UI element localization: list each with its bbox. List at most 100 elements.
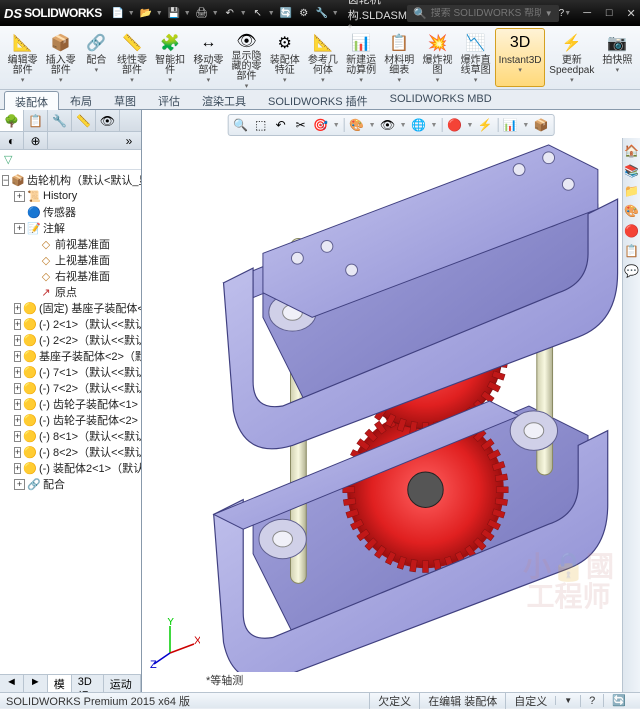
btab-运动算例1[interactable]: 运动算例1 xyxy=(104,675,141,692)
config-tab[interactable]: 🔧 xyxy=(48,110,72,131)
options-icon[interactable]: ⚙ xyxy=(296,5,312,21)
minimize-button[interactable]: ─ xyxy=(577,5,597,21)
scroll-right[interactable]: ► xyxy=(24,675,48,692)
view-triad[interactable]: Y X Z xyxy=(150,618,200,668)
tree-item[interactable]: +🟡(-) 2<1>（默认<<默认>_显 xyxy=(0,316,141,332)
expand-icon[interactable]: + xyxy=(14,447,21,458)
hide-show-icon[interactable]: 👁 xyxy=(380,117,396,133)
ribbon-Instant3D[interactable]: 3DInstant3D▾ xyxy=(495,28,545,87)
expand-icon[interactable]: + xyxy=(14,399,21,410)
appearance-icon[interactable]: 🔴 xyxy=(446,117,462,133)
tree-item[interactable]: +🟡(-) 装配体2<1>（默认<显 xyxy=(0,460,141,476)
tab-布局[interactable]: 布局 xyxy=(59,90,103,109)
expand-icon[interactable]: + xyxy=(14,383,21,394)
3d-viewport[interactable]: 🔍 ⬚ ↶ ✂ 🎯▼ 🎨▼ 👁▼ 🌐▼ 🔴▼ ⚡ 📊▼ 📦 xyxy=(142,110,640,692)
search-input[interactable] xyxy=(431,8,541,19)
expand-icon[interactable]: + xyxy=(14,463,21,474)
expand-icon[interactable]: + xyxy=(14,335,21,346)
feature-tree-tab[interactable]: 🌳 xyxy=(0,110,24,131)
expand-icon[interactable]: − xyxy=(2,175,9,186)
tab-SOLIDWORKS MBD[interactable]: SOLIDWORKS MBD xyxy=(379,90,503,109)
expand-icon[interactable]: + xyxy=(14,303,21,314)
tree-item[interactable]: +🟡(-) 齿轮子装配体<1>（默认 xyxy=(0,396,141,412)
open-icon[interactable]: 📂 xyxy=(138,5,154,21)
expand-icon[interactable]: + xyxy=(14,223,25,234)
tab-评估[interactable]: 评估 xyxy=(147,90,191,109)
expand-icon[interactable]: + xyxy=(14,431,21,442)
tab-b[interactable]: ⊕ xyxy=(24,132,48,149)
settings-icon[interactable]: 🔧 xyxy=(314,5,330,21)
prev-view-icon[interactable]: ↶ xyxy=(273,117,289,133)
tree-item[interactable]: +🟡基座子装配体<2>（默认< xyxy=(0,348,141,364)
expand-icon[interactable]: + xyxy=(14,191,25,202)
section-icon[interactable]: ✂ xyxy=(293,117,309,133)
orient-icon[interactable]: 🎯 xyxy=(313,117,329,133)
maximize-button[interactable]: □ xyxy=(599,5,619,21)
close-button[interactable]: ✕ xyxy=(621,5,640,21)
tree-item[interactable]: +🔗配合 xyxy=(0,476,141,492)
ribbon-材料明细表[interactable]: 📋材料明细表▾ xyxy=(381,28,418,87)
sw-resources-icon[interactable]: 🏠 xyxy=(624,144,639,158)
ribbon-插入零部件[interactable]: 📦插入零部件▾ xyxy=(42,28,79,87)
expand-icon[interactable]: + xyxy=(14,415,21,426)
tree-item[interactable]: +🟡(-) 8<1>（默认<<默认>_显 xyxy=(0,428,141,444)
btab-模型[interactable]: 模型 xyxy=(48,675,72,692)
filter-icon[interactable]: ▽ xyxy=(4,153,18,167)
design-library-icon[interactable]: 📚 xyxy=(624,164,639,178)
tab-草图[interactable]: 草图 xyxy=(103,90,147,109)
ribbon-装配体特征[interactable]: ⚙装配体特征▾ xyxy=(266,28,303,87)
tree-item[interactable]: 🔵传感器 xyxy=(0,204,141,220)
expand-icon[interactable]: » xyxy=(117,132,141,149)
tree-item[interactable]: +🟡(-) 8<2>（默认<<默认>_显 xyxy=(0,444,141,460)
ribbon-更新Speedpak[interactable]: ⚡更新Speedpak▾ xyxy=(546,28,598,87)
zoom-fit-icon[interactable]: 🔍 xyxy=(233,117,249,133)
appearances-icon[interactable]: 🔴 xyxy=(624,224,639,238)
tree-item[interactable]: ↗原点 xyxy=(0,284,141,300)
forum-icon[interactable]: 💬 xyxy=(624,264,639,278)
large-assembly-icon[interactable]: 📦 xyxy=(533,117,549,133)
file-explorer-icon[interactable]: 📁 xyxy=(624,184,639,198)
custom-props-icon[interactable]: 📋 xyxy=(624,244,639,258)
status-help-icon[interactable]: ? xyxy=(580,695,603,707)
tree-item[interactable]: ◇前视基准面 xyxy=(0,236,141,252)
render-icon[interactable]: ⚡ xyxy=(477,117,493,133)
status-reload-icon[interactable]: 🔄 xyxy=(603,694,634,707)
display-tab[interactable]: 👁 xyxy=(96,110,120,131)
scene-icon[interactable]: 🌐 xyxy=(411,117,427,133)
expand-icon[interactable]: + xyxy=(14,479,25,490)
tree-item[interactable]: ◇右视基准面 xyxy=(0,268,141,284)
assembly-vis-icon[interactable]: 📊 xyxy=(502,117,518,133)
tab-渲染工具[interactable]: 渲染工具 xyxy=(191,90,257,109)
zoom-area-icon[interactable]: ⬚ xyxy=(253,117,269,133)
tree-item[interactable]: +📜History xyxy=(0,188,141,204)
btab-3D 视图[interactable]: 3D 视图 xyxy=(72,675,104,692)
ribbon-参考几何体[interactable]: 📐参考几何体▾ xyxy=(304,28,341,87)
tree-item[interactable]: +🟡(-) 7<1>（默认<<默认>_显 xyxy=(0,364,141,380)
ribbon-新建运动算例[interactable]: 📊新建运动算例▾ xyxy=(343,28,380,87)
ribbon-配合[interactable]: 🔗配合▾ xyxy=(80,28,112,87)
tree-item[interactable]: +📝注解 xyxy=(0,220,141,236)
ribbon-显示隐藏的零部件[interactable]: 👁显示隐藏的零部件▾ xyxy=(228,28,265,87)
expand-icon[interactable]: + xyxy=(14,367,21,378)
ribbon-智能扣件[interactable]: 🧩智能扣件▾ xyxy=(152,28,189,87)
tree-item[interactable]: ◇上视基准面 xyxy=(0,252,141,268)
tab-SOLIDWORKS 插件[interactable]: SOLIDWORKS 插件 xyxy=(257,90,379,109)
rebuild-icon[interactable]: 🔄 xyxy=(278,5,294,21)
view-palette-icon[interactable]: 🎨 xyxy=(624,204,639,218)
save-icon[interactable]: 💾 xyxy=(166,5,182,21)
dim-tab[interactable]: 📏 xyxy=(72,110,96,131)
ribbon-编辑零部件[interactable]: 📐编辑零部件▾ xyxy=(4,28,41,87)
tab-装配体[interactable]: 装配体 xyxy=(4,91,59,110)
tree-item[interactable]: +🟡(固定) 基座子装配体<1>（ xyxy=(0,300,141,316)
tree-root[interactable]: − 📦 齿轮机构（默认<默认_显示状态 xyxy=(0,172,141,188)
help-search[interactable]: 🔍 ▼ xyxy=(407,5,559,22)
ribbon-线性零部件[interactable]: 📏线性零部件▾ xyxy=(113,28,150,87)
tab-a[interactable]: ◐ xyxy=(0,132,24,149)
display-style-icon[interactable]: 🎨 xyxy=(349,117,365,133)
undo-icon[interactable]: ↶ xyxy=(222,5,238,21)
ribbon-爆炸视图[interactable]: 💥爆炸视图▾ xyxy=(419,28,456,87)
select-icon[interactable]: ↖ xyxy=(250,5,266,21)
expand-icon[interactable]: + xyxy=(14,319,21,330)
ribbon-移动零部件[interactable]: ↔移动零部件▾ xyxy=(190,28,227,87)
property-tab[interactable]: 📋 xyxy=(24,110,48,131)
